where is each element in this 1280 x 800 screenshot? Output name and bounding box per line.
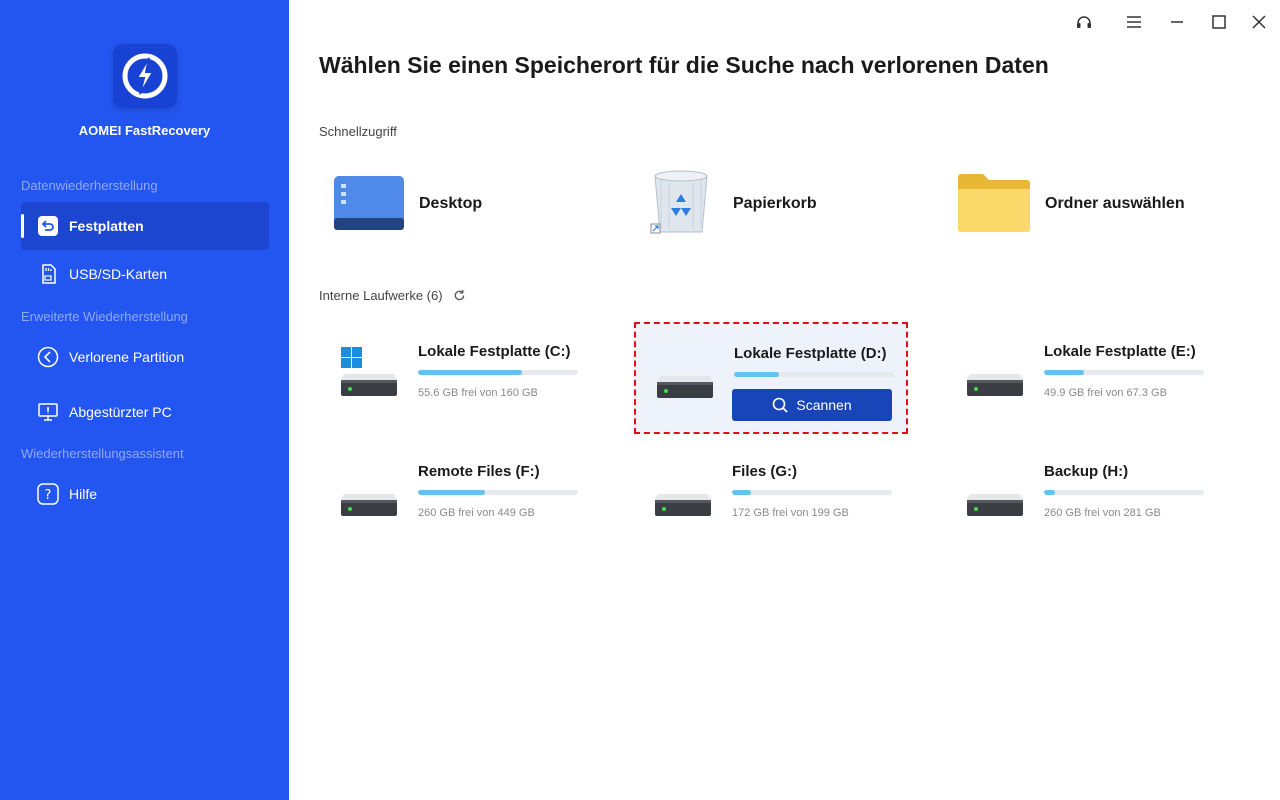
page-title: Wählen Sie einen Speicherort für die Suc…: [319, 52, 1049, 78]
sidebar-item-label: Abgestürzter PC: [69, 404, 172, 420]
drive-usage-fill: [418, 370, 522, 375]
drive-card[interactable]: Remote Files (F:) 260 GB frei von 449 GB: [320, 442, 594, 554]
recycle-bin-icon: [649, 168, 719, 241]
drive-card[interactable]: Backup (H:) 260 GB frei von 281 GB: [946, 442, 1220, 554]
hard-drive-icon: [654, 466, 712, 530]
drive-name: Remote Files (F:): [418, 463, 540, 480]
drive-usage-bar: [418, 490, 578, 495]
sidebar-item-label: Festplatten: [69, 218, 144, 234]
sidebar-item-help[interactable]: ? Hilfe: [21, 470, 269, 518]
quick-access-label: Schnellzugriff: [319, 124, 397, 139]
drive-card[interactable]: Files (G:) 172 GB frei von 199 GB: [634, 442, 908, 554]
hard-drive-icon: [340, 466, 398, 530]
app-name: AOMEI FastRecovery: [78, 123, 211, 138]
hard-drive-icon: [656, 348, 714, 412]
help-icon: ?: [37, 483, 59, 505]
section-label-data-recovery: Datenwiederherstellung: [21, 178, 158, 193]
app-logo: [113, 44, 177, 108]
quick-access-recycle-bin[interactable]: Papierkorb: [649, 166, 817, 242]
drive-name: Lokale Festplatte (D:): [734, 345, 887, 362]
drive-size: 55.6 GB frei von 160 GB: [418, 387, 538, 399]
quick-access-desktop[interactable]: Desktop: [333, 166, 482, 242]
scan-button-label: Scannen: [796, 397, 852, 413]
drive-usage-bar: [1044, 370, 1204, 375]
partition-icon: [37, 346, 59, 368]
close-icon[interactable]: [1247, 10, 1271, 34]
sd-card-icon: [37, 263, 59, 285]
quick-access-select-folder[interactable]: Ordner auswählen: [957, 166, 1185, 242]
drive-size: 260 GB frei von 281 GB: [1044, 507, 1161, 519]
refresh-icon[interactable]: [453, 289, 466, 302]
drive-usage-fill: [734, 372, 779, 377]
drive-name: Lokale Festplatte (C:): [418, 343, 571, 360]
sidebar-item-label: USB/SD-Karten: [69, 266, 168, 282]
drive-usage-fill: [732, 490, 752, 495]
sidebar: AOMEI FastRecovery Datenwiederherstellun…: [0, 0, 289, 800]
drive-usage-bar: [418, 370, 578, 375]
drive-usage-fill: [1044, 490, 1056, 495]
svg-text:?: ?: [45, 488, 52, 503]
sidebar-item-label: Hilfe: [69, 486, 98, 502]
internal-drives-label: Interne Laufwerke (6): [319, 288, 466, 303]
minimize-icon[interactable]: [1165, 10, 1189, 34]
section-label-advanced: Erweiterte Wiederherstellung: [21, 309, 188, 324]
monitor-icon: [37, 401, 59, 423]
folder-icon: [957, 169, 1031, 240]
drive-usage-bar: [734, 372, 894, 377]
support-icon[interactable]: [1072, 10, 1096, 34]
drive-size: 260 GB frei von 449 GB: [418, 507, 535, 519]
quick-access-label-folder: Ordner auswählen: [1045, 195, 1185, 212]
sidebar-item-crashed-pc[interactable]: Abgestürzter PC: [21, 388, 269, 436]
hard-drive-icon: [966, 466, 1024, 530]
sidebar-item-festplatten[interactable]: Festplatten: [21, 202, 269, 250]
drive-usage-fill: [1044, 370, 1084, 375]
restore-icon: [37, 215, 59, 237]
internal-drives-label-text: Interne Laufwerke (6): [319, 288, 443, 303]
drive-name: Lokale Festplatte (E:): [1044, 343, 1196, 360]
hard-drive-icon: [966, 346, 1024, 410]
drive-usage-bar: [732, 490, 892, 495]
desktop-icon: [333, 170, 405, 239]
drive-card[interactable]: Lokale Festplatte (E:) 49.9 GB frei von …: [946, 322, 1220, 434]
drive-name: Files (G:): [732, 463, 798, 480]
maximize-icon[interactable]: [1207, 10, 1231, 34]
drive-size: 172 GB frei von 199 GB: [732, 507, 849, 519]
sidebar-item-usb-sd[interactable]: USB/SD-Karten: [21, 250, 269, 298]
quick-access-label-recycle-bin: Papierkorb: [733, 195, 817, 212]
drive-usage-bar: [1044, 490, 1204, 495]
drive-card[interactable]: Lokale Festplatte (D:) Scannen: [634, 322, 908, 434]
drive-size: 49.9 GB frei von 67.3 GB: [1044, 387, 1167, 399]
system-drive-icon: [340, 346, 398, 410]
drive-card[interactable]: Lokale Festplatte (C:) 55.6 GB frei von …: [320, 322, 594, 434]
quick-access-label-desktop: Desktop: [419, 195, 483, 212]
menu-icon[interactable]: [1122, 10, 1146, 34]
sidebar-item-label: Verlorene Partition: [69, 349, 185, 365]
sidebar-item-lost-partition[interactable]: Verlorene Partition: [21, 333, 269, 381]
section-label-assistant: Wiederherstellungsassistent: [21, 446, 184, 461]
drive-usage-fill: [418, 490, 486, 495]
search-icon: [773, 397, 788, 413]
drive-name: Backup (H:): [1044, 463, 1129, 480]
scan-button[interactable]: Scannen: [732, 389, 892, 421]
